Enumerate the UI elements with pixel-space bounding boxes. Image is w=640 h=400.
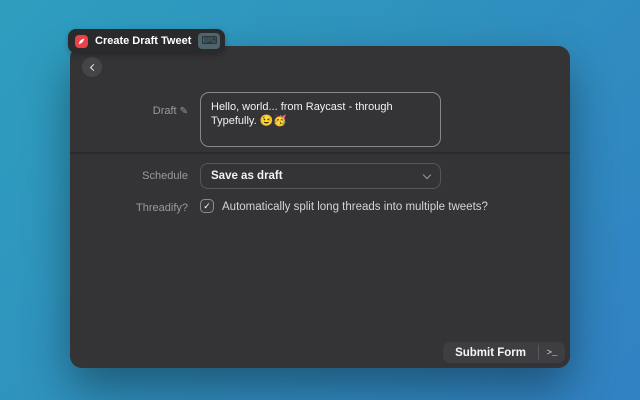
check-icon: ✓ (203, 200, 211, 211)
keyboard-icon: ⌨ (198, 33, 221, 49)
command-tab-title: Create Draft Tweet (95, 35, 192, 47)
threadify-label: Threadify? (136, 202, 188, 214)
schedule-selected-value: Save as draft (211, 170, 283, 182)
chevron-left-icon (89, 63, 97, 71)
submit-form-button[interactable]: Submit Form (443, 342, 538, 363)
draft-textarea[interactable]: Hello, world... from Raycast - through T… (200, 92, 441, 147)
submit-button-group: Submit Form >_ (443, 342, 565, 363)
schedule-label: Schedule (142, 170, 188, 182)
schedule-dropdown[interactable]: Save as draft (200, 163, 441, 189)
back-button[interactable] (82, 57, 102, 77)
typefully-icon (75, 34, 88, 48)
terminal-icon[interactable]: >_ (539, 342, 565, 363)
desktop-background: { "header_tab": { "title": "Create Draft… (0, 0, 640, 400)
threadify-description: Automatically split long threads into mu… (222, 201, 488, 213)
pencil-icon: ✎ (179, 106, 188, 117)
raycast-form-window: Draft ✎ Hello, world... from Raycast - th… (70, 46, 570, 368)
draft-label: Draft ✎ (152, 105, 188, 117)
command-tab[interactable]: Create Draft Tweet ⌨ (68, 29, 226, 53)
chevron-down-icon (422, 170, 432, 179)
section-divider (70, 152, 570, 154)
threadify-checkbox[interactable]: ✓ (200, 199, 214, 213)
